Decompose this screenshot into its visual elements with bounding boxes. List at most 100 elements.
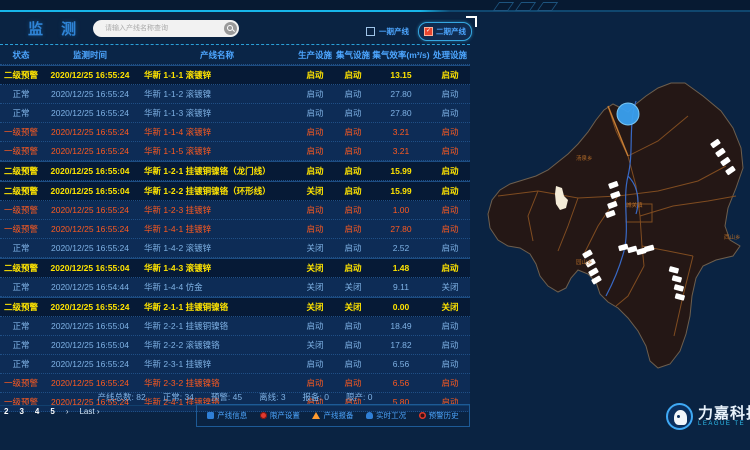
gas-collection-state: 启动 [334, 165, 372, 177]
table-row[interactable]: 一级预警 2020/12/25 16:55:24 华新 1-2-3 挂镀锌 启动… [0, 201, 470, 220]
table-row[interactable]: 二级预警 2020/12/25 16:55:04 华新 1-4-3 滚镀锌 关闭… [0, 258, 470, 278]
gas-collection-state: 启动 [334, 88, 372, 100]
table-row[interactable]: 二级预警 2020/12/25 16:55:24 华新 1-1-1 滚镀锌 启动… [0, 65, 470, 85]
gas-collection-state: 启动 [334, 69, 372, 81]
line-name: 华新 1-4-3 滚镀锌 [138, 262, 296, 274]
status-badge: 二级预警 [0, 301, 42, 313]
gas-collection-state: 启动 [334, 145, 372, 157]
line-name: 华新 1-4-4 仿金 [138, 281, 296, 293]
monitor-time: 2020/12/25 16:55:24 [42, 70, 138, 80]
monitor-time: 2020/12/25 16:54:44 [42, 282, 138, 292]
last-page-button[interactable]: Last › [79, 407, 99, 416]
monitor-time: 2020/12/25 16:55:24 [42, 378, 138, 388]
line-name: 华新 1-2-3 挂镀锌 [138, 204, 296, 216]
treatment-facility-state: 启动 [430, 165, 470, 177]
gas-collection-state: 启动 [334, 204, 372, 216]
legend-action-item[interactable]: 预警历史 [419, 410, 459, 421]
line-name: 华新 1-1-3 滚镀锌 [138, 107, 296, 119]
table-row[interactable]: 二级预警 2020/12/25 16:55:04 华新 1-2-2 挂镀铜镍铬（… [0, 181, 470, 201]
page-number[interactable]: 2 [4, 407, 8, 416]
gas-efficiency-value: 1.00 [372, 205, 430, 215]
phase1-filter-checkbox[interactable]: 一期产线 [366, 26, 409, 37]
col-eff: 集气效率(m³/s) [372, 49, 430, 61]
gas-efficiency-value: 13.15 [372, 70, 430, 80]
production-facility-state: 启动 [296, 126, 334, 138]
production-facility-state: 关闭 [296, 242, 334, 254]
production-facility-state: 启动 [296, 165, 334, 177]
table-row[interactable]: 正常 2020/12/25 16:54:44 华新 1-4-4 仿金 关闭 关闭… [0, 278, 470, 297]
table-row[interactable]: 一级预警 2020/12/25 16:55:24 华新 1-1-5 滚镀锌 启动… [0, 142, 470, 161]
line-name: 华新 2-1-1 挂镀铜镍铬 [138, 301, 296, 313]
page-number[interactable]: 4 [35, 407, 39, 416]
legend-action-item[interactable]: 实时工况 [366, 410, 406, 421]
phase1-filter-label: 一期产线 [379, 26, 409, 37]
treatment-facility-state: 启动 [430, 320, 470, 332]
gas-efficiency-value: 18.49 [372, 321, 430, 331]
monitor-time: 2020/12/25 16:55:24 [42, 108, 138, 118]
gas-collection-state: 启动 [334, 358, 372, 370]
treatment-facility-state: 启动 [430, 339, 470, 351]
monitor-time: 2020/12/25 16:55:04 [42, 340, 138, 350]
legend-icon [366, 412, 373, 419]
status-badge: 正常 [0, 320, 42, 332]
treatment-facility-state: 启动 [430, 242, 470, 254]
checkbox-unchecked-icon[interactable] [366, 27, 375, 36]
treatment-facility-state: 启动 [430, 185, 470, 197]
gas-collection-state: 启动 [334, 320, 372, 332]
treatment-facility-state: 启动 [430, 126, 470, 138]
legend-action-item[interactable]: 产线报备 [312, 410, 353, 421]
treatment-facility-state: 关闭 [430, 301, 470, 313]
legend-label: 限产设置 [270, 410, 300, 421]
monitor-time: 2020/12/25 16:55:04 [42, 321, 138, 331]
legend-action-item[interactable]: 产线信息 [207, 410, 247, 421]
search-box[interactable] [93, 20, 239, 37]
monitor-time: 2020/12/25 16:55:24 [42, 224, 138, 234]
pagination: 2 3 4 5 › Last › [4, 407, 100, 416]
table-row[interactable]: 二级预警 2020/12/25 16:55:04 华新 1-2-1 挂镀铜镍铬（… [0, 161, 470, 181]
status-badge: 二级预警 [0, 262, 42, 274]
legend-icon [419, 412, 426, 419]
table-row[interactable]: 正常 2020/12/25 16:55:24 华新 1-1-3 滚镀锌 启动 启… [0, 104, 470, 123]
table-row[interactable]: 一级预警 2020/12/25 16:55:24 华新 1-4-1 挂镀锌 启动… [0, 220, 470, 239]
table-row[interactable]: 正常 2020/12/25 16:55:24 华新 2-3-1 挂镀锌 启动 启… [0, 355, 470, 374]
table-row[interactable]: 正常 2020/12/25 16:55:24 华新 1-1-2 滚镀镍 启动 启… [0, 85, 470, 104]
checkbox-checked-icon[interactable]: ✓ [424, 27, 433, 36]
table-row[interactable]: 二级预警 2020/12/25 16:55:24 华新 2-1-1 挂镀铜镍铬 … [0, 297, 470, 317]
monitor-time: 2020/12/25 16:55:04 [42, 263, 138, 273]
search-icon[interactable] [224, 22, 237, 35]
summary-stat: 正常: 34 [163, 391, 194, 403]
monitor-time: 2020/12/25 16:55:24 [42, 205, 138, 215]
production-facility-state: 关闭 [296, 339, 334, 351]
status-badge: 二级预警 [0, 69, 42, 81]
legend-action-item[interactable]: 限产设置 [260, 410, 300, 421]
district-map[interactable]: 汤泉乡园山乡西山乡城关镇 [478, 56, 750, 401]
summary-stat: 产线总数: 82 [98, 391, 146, 403]
gas-collection-state: 启动 [334, 223, 372, 235]
gas-collection-state: 启动 [334, 185, 372, 197]
col-name: 产线名称 [138, 49, 296, 61]
table-row[interactable]: 一级预警 2020/12/25 16:55:24 华新 1-1-4 滚镀锌 启动… [0, 123, 470, 142]
production-facility-state: 启动 [296, 88, 334, 100]
production-facility-state: 关闭 [296, 281, 334, 293]
treatment-facility-state: 启动 [430, 204, 470, 216]
table-row[interactable]: 正常 2020/12/25 16:55:04 华新 2-2-1 挂镀铜镍铬 启动… [0, 317, 470, 336]
gas-efficiency-value: 6.56 [372, 378, 430, 388]
summary-stat: 报备: 0 [303, 391, 329, 403]
treatment-facility-state: 启动 [430, 223, 470, 235]
line-name: 华新 1-1-1 滚镀锌 [138, 69, 296, 81]
phase2-filter-button[interactable]: ✓ 二期产线 [418, 22, 472, 41]
gas-efficiency-value: 15.99 [372, 186, 430, 196]
table-row[interactable]: 正常 2020/12/25 16:55:04 华新 2-2-2 滚镀镍铬 关闭 … [0, 336, 470, 355]
treatment-facility-state: 启动 [430, 88, 470, 100]
line-name: 华新 2-2-1 挂镀铜镍铬 [138, 320, 296, 332]
page-number[interactable]: 3 [19, 407, 23, 416]
summary-stat: 限产: 0 [346, 391, 372, 403]
search-input[interactable] [103, 24, 224, 33]
page-number[interactable]: 5 [50, 407, 54, 416]
map-cluster-marker[interactable] [617, 103, 639, 125]
action-legend: 产线信息 限产设置 产线报备 实时工况 预警历史 [196, 404, 470, 427]
line-name: 华新 1-1-2 滚镀镍 [138, 88, 296, 100]
next-page-icon[interactable]: › [66, 407, 69, 416]
table-row[interactable]: 正常 2020/12/25 16:55:24 华新 1-4-2 滚镀锌 关闭 启… [0, 239, 470, 258]
treatment-facility-state: 关闭 [430, 281, 470, 293]
